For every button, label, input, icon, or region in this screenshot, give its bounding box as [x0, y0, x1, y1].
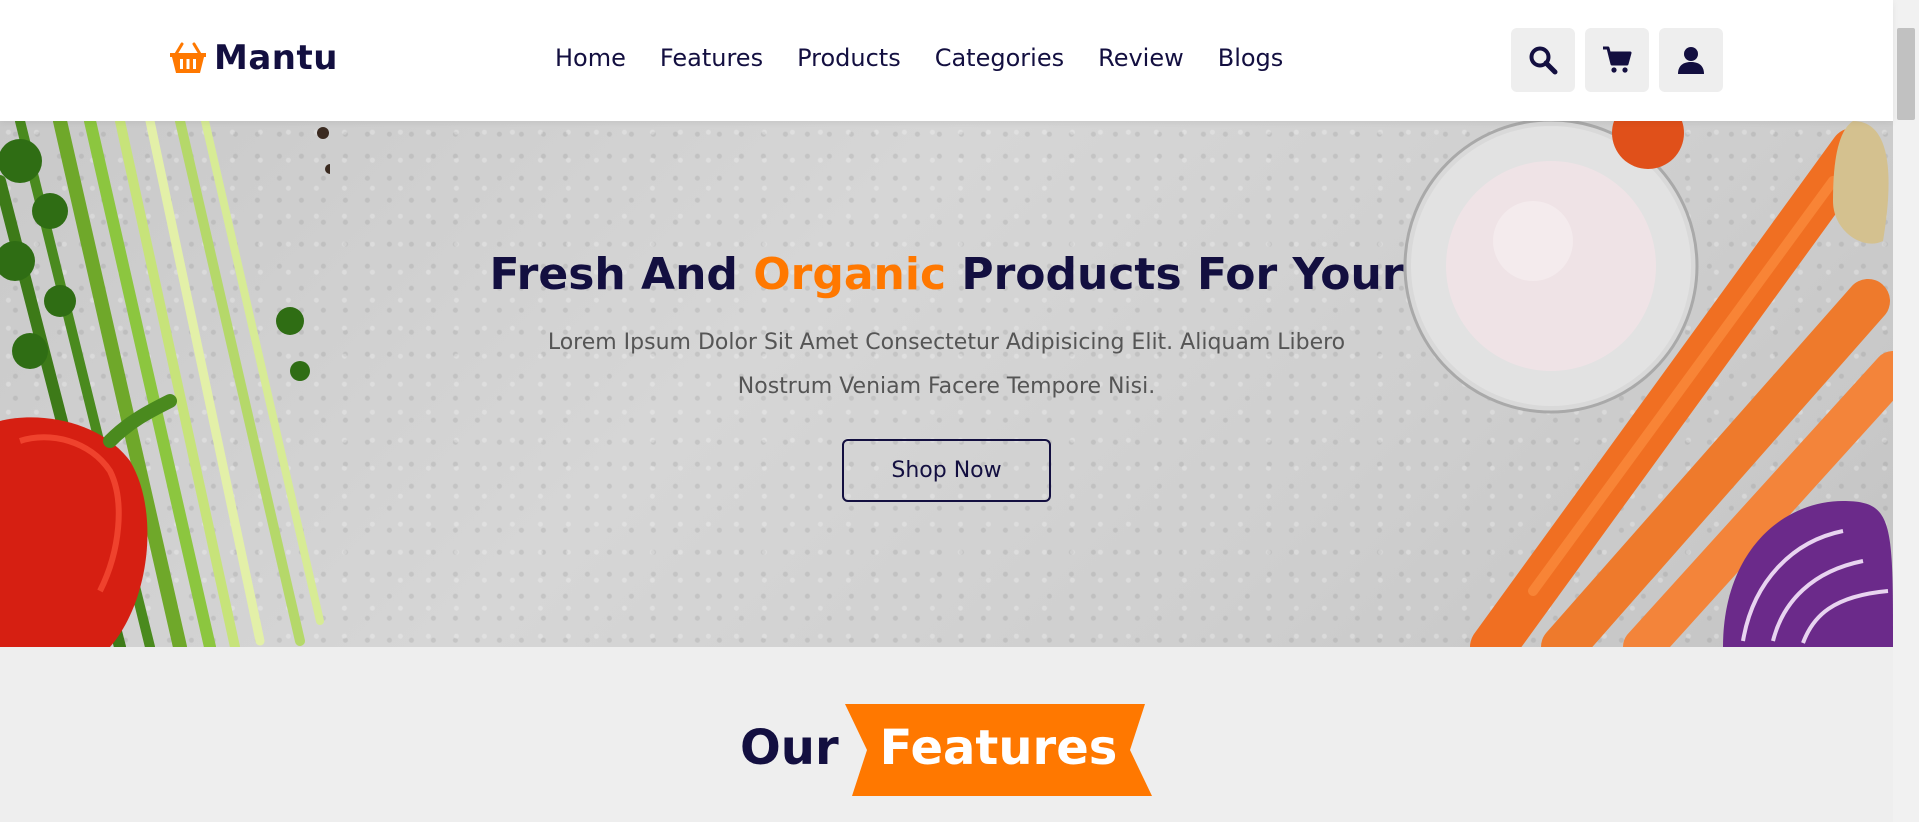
hero-banner: Fresh And Organic Products For Your Lore…: [0, 121, 1893, 647]
heading-ribbon: Features: [845, 704, 1152, 796]
search-button[interactable]: [1511, 28, 1575, 92]
hero-title-accent: Organic: [753, 249, 947, 300]
nav-categories[interactable]: Categories: [935, 44, 1064, 72]
account-button[interactable]: [1659, 28, 1723, 92]
hero-title: Fresh And Organic Products For Your: [0, 249, 1893, 300]
nav-review[interactable]: Review: [1098, 44, 1184, 72]
heading-plain-text: Our: [740, 720, 839, 776]
hero-title-start: Fresh And: [489, 249, 754, 300]
user-icon: [1678, 47, 1704, 74]
hero-title-end: Products For Your: [946, 249, 1404, 300]
nav-features[interactable]: Features: [660, 44, 763, 72]
main-nav: Home Features Products Categories Review…: [555, 44, 1283, 72]
hero-content: Fresh And Organic Products For Your Lore…: [0, 121, 1893, 647]
cart-icon: [1603, 46, 1632, 73]
basket-icon: [170, 42, 206, 73]
page-scrollbar[interactable]: [1893, 0, 1919, 822]
nav-products[interactable]: Products: [797, 44, 901, 72]
features-section-heading: Our Features: [0, 704, 1893, 796]
header-actions: [1511, 28, 1723, 92]
brand-name: Mantu: [214, 38, 338, 78]
cart-button[interactable]: [1585, 28, 1649, 92]
shop-now-button[interactable]: Shop Now: [842, 439, 1051, 502]
site-header: Mantu Home Features Products Categories …: [0, 0, 1893, 121]
logo[interactable]: Mantu: [168, 38, 338, 78]
nav-blogs[interactable]: Blogs: [1218, 44, 1284, 72]
nav-home[interactable]: Home: [555, 44, 626, 72]
search-icon: [1529, 46, 1558, 75]
heading-highlight-text: Features: [879, 720, 1118, 776]
scrollbar-thumb[interactable]: [1897, 28, 1915, 120]
hero-description: Lorem Ipsum Dolor Sit Amet Consectetur A…: [547, 330, 1346, 399]
